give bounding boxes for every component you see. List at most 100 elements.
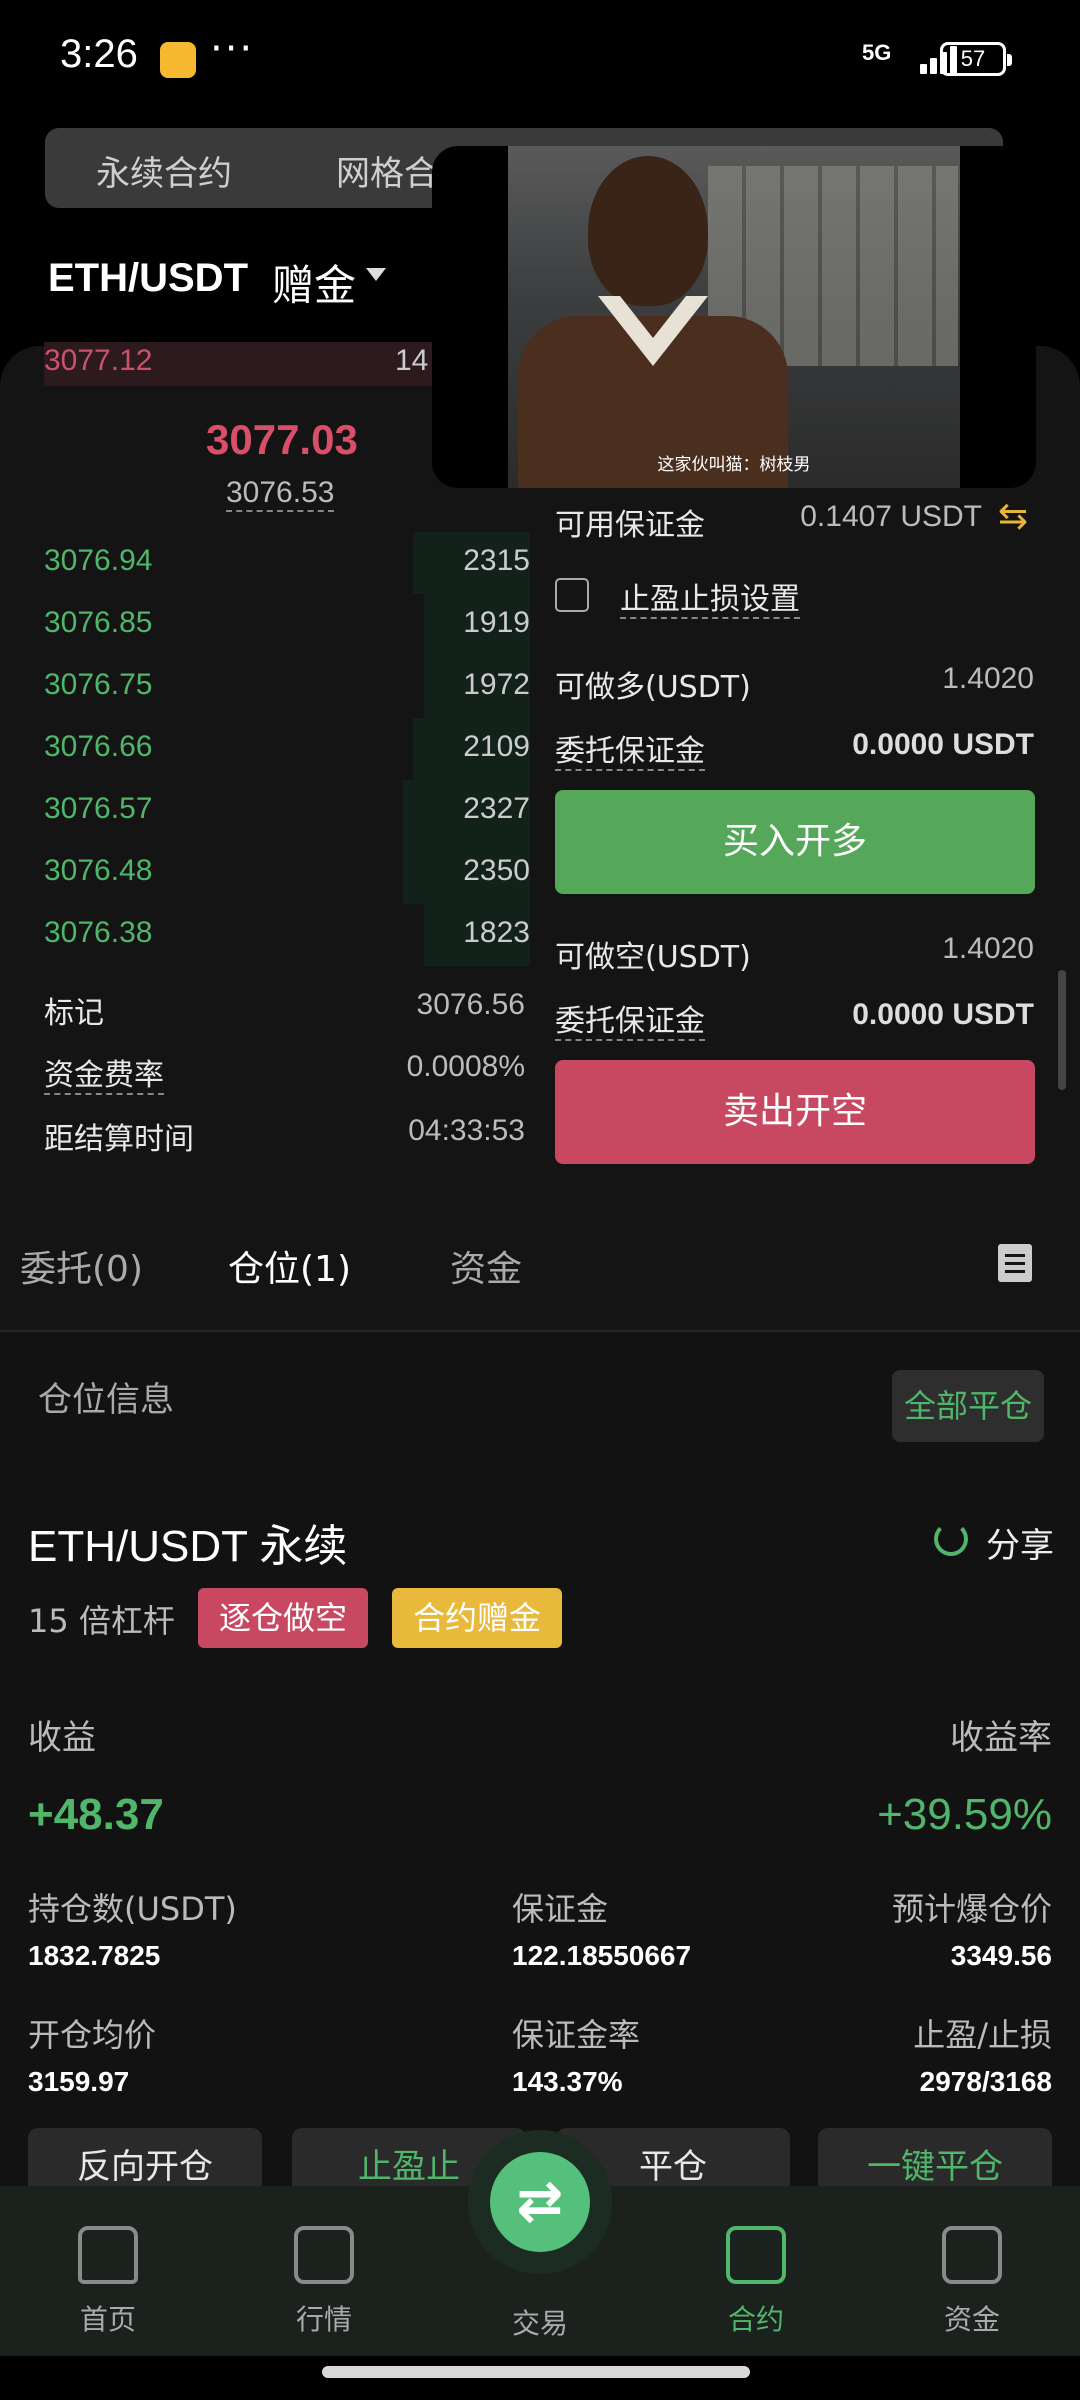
settle-value: 04:33:53 — [408, 1114, 525, 1147]
tpsl-pair-label: 止盈/止损 — [913, 2016, 1052, 2054]
settle-label: 距结算时间 — [44, 1122, 194, 1157]
funding-label-text: 资金费率 — [44, 1058, 164, 1095]
home-icon — [78, 2226, 138, 2284]
nav-trade[interactable]: 交易 — [460, 2302, 620, 2342]
margin-label: 保证金 — [512, 1890, 609, 1928]
margin-rate-label: 保证金率 — [512, 2016, 641, 2054]
pair-bonus-label[interactable]: 赠金 — [272, 252, 356, 313]
bonus-badge: 合约赠金 — [392, 1588, 562, 1648]
max-short-value: 1.4020 — [942, 932, 1034, 965]
ask-price[interactable]: 3077.12 — [44, 344, 152, 378]
bid-qty: 2315 — [463, 544, 530, 577]
bid-qty: 1972 — [463, 668, 530, 701]
bid-row[interactable]: 3076.48 2350 — [0, 842, 530, 904]
long-margin-label[interactable]: 委托保证金 — [555, 726, 705, 771]
position-section-title: 仓位信息 — [38, 1380, 174, 1420]
nav-market[interactable]: 行情 — [244, 2226, 404, 2338]
tab-orders[interactable]: 委托(0) — [20, 1240, 143, 1292]
caret-down-icon[interactable] — [366, 268, 386, 281]
battery-icon: 57 — [940, 42, 1012, 76]
max-long-label: 可做多(USDT) — [555, 670, 751, 705]
index-price[interactable]: 3076.53 — [226, 476, 335, 512]
entry-label: 开仓均价 — [28, 2016, 157, 2054]
bid-row[interactable]: 3076.57 2327 — [0, 780, 530, 842]
bid-price: 3076.85 — [44, 606, 153, 639]
bid-qty: 2350 — [463, 854, 530, 887]
pnl-label: 收益 — [28, 1718, 96, 1758]
size-label: 持仓数(USDT) — [28, 1890, 237, 1928]
nav-home[interactable]: 首页 — [28, 2226, 188, 2338]
mode-badge: 逐仓做空 — [198, 1588, 368, 1648]
video-overlay[interactable]: 这家伙叫猫：树枝男 — [432, 146, 1036, 488]
bid-price: 3076.38 — [44, 916, 153, 949]
home-indicator[interactable] — [322, 2366, 750, 2378]
bid-price: 3076.75 — [44, 668, 153, 701]
position-section — [0, 1332, 1080, 2192]
pnl-value: +48.37 — [28, 1790, 164, 1839]
position-tabs — [0, 1216, 1080, 1330]
network-label: 5G — [862, 40, 892, 65]
avail-margin-value: 0.1407 USDT — [800, 500, 982, 533]
nav-assets-label: 资金 — [943, 2303, 1000, 2336]
short-margin-label[interactable]: 委托保证金 — [555, 996, 705, 1041]
bid-row[interactable]: 3076.94 2315 — [0, 532, 530, 594]
notes-app-icon — [160, 42, 196, 78]
tab-grid[interactable]: 网格合 — [336, 146, 438, 195]
video-caption: 这家伙叫猫：树枝男 — [657, 455, 811, 475]
short-margin-value: 0.0000 USDT — [852, 998, 1034, 1031]
nav-home-label: 首页 — [79, 2303, 136, 2336]
document-icon[interactable] — [998, 1244, 1032, 1282]
tpsl-label[interactable]: 止盈止损设置 — [620, 574, 800, 619]
sell-short-button[interactable]: 卖出开空 — [555, 1060, 1035, 1164]
pnl-rate-label: 收益率 — [950, 1718, 1052, 1758]
mark-label: 标记 — [44, 996, 104, 1031]
scrollbar[interactable] — [1058, 970, 1066, 1090]
max-short-label: 可做空(USDT) — [555, 940, 751, 975]
last-price[interactable]: 3077.03 — [206, 416, 358, 464]
funding-label[interactable]: 资金费率 — [44, 1050, 164, 1095]
tpsl-pair-value: 2978/3168 — [919, 2066, 1052, 2097]
nav-contract-label: 合约 — [727, 2303, 784, 2336]
avail-margin-label: 可用保证金 — [555, 508, 705, 543]
bid-price: 3076.57 — [44, 792, 153, 825]
buy-long-button[interactable]: 买入开多 — [555, 790, 1035, 894]
status-time: 3:26 — [60, 32, 138, 76]
tpsl-label-text: 止盈止损设置 — [620, 582, 800, 619]
bid-row[interactable]: 3076.66 2109 — [0, 718, 530, 780]
swap-icon[interactable]: ⇄ — [490, 2152, 590, 2252]
bid-row[interactable]: 3076.38 1823 — [0, 904, 530, 966]
share-icon[interactable] — [934, 1522, 968, 1556]
close-all-button[interactable]: 全部平仓 — [892, 1370, 1044, 1442]
bid-qty: 1919 — [463, 606, 530, 639]
wallet-icon — [942, 2226, 1002, 2284]
ask-qty: 14 — [395, 344, 429, 377]
bid-price: 3076.94 — [44, 544, 153, 577]
nav-trade-label: 交易 — [511, 2307, 568, 2340]
bid-row[interactable]: 3076.85 1919 — [0, 594, 530, 656]
bid-row[interactable]: 3076.75 1972 — [0, 656, 530, 718]
pnl-rate-value: +39.59% — [877, 1790, 1052, 1839]
bid-price: 3076.48 — [44, 854, 153, 887]
nav-contract[interactable]: 合约 — [676, 2226, 836, 2338]
long-margin-value: 0.0000 USDT — [852, 728, 1034, 761]
bid-qty: 1823 — [463, 916, 530, 949]
pair-symbol[interactable]: ETH/USDT — [48, 256, 248, 301]
video-frame — [508, 146, 960, 488]
market-icon — [294, 2226, 354, 2284]
tpsl-checkbox[interactable] — [555, 578, 589, 612]
transfer-icon[interactable]: ⇆ — [998, 496, 1028, 537]
tab-perpetual[interactable]: 永续合约 — [96, 146, 232, 195]
liq-label: 预计爆仓价 — [891, 1890, 1052, 1928]
tab-positions[interactable]: 仓位(1) — [228, 1240, 351, 1292]
funding-value: 0.0008% — [406, 1050, 525, 1083]
bid-qty: 2109 — [463, 730, 530, 763]
nav-assets[interactable]: 资金 — [892, 2226, 1052, 2338]
liq-value: 3349.56 — [950, 1940, 1052, 1971]
share-button[interactable]: 分享 — [986, 1518, 1054, 1567]
max-long-value: 1.4020 — [942, 662, 1034, 695]
nav-market-label: 行情 — [295, 2303, 352, 2336]
tab-funds[interactable]: 资金 — [450, 1240, 522, 1292]
contract-icon — [726, 2226, 786, 2284]
mark-value: 3076.56 — [416, 988, 525, 1021]
entry-value: 3159.97 — [28, 2066, 130, 2097]
